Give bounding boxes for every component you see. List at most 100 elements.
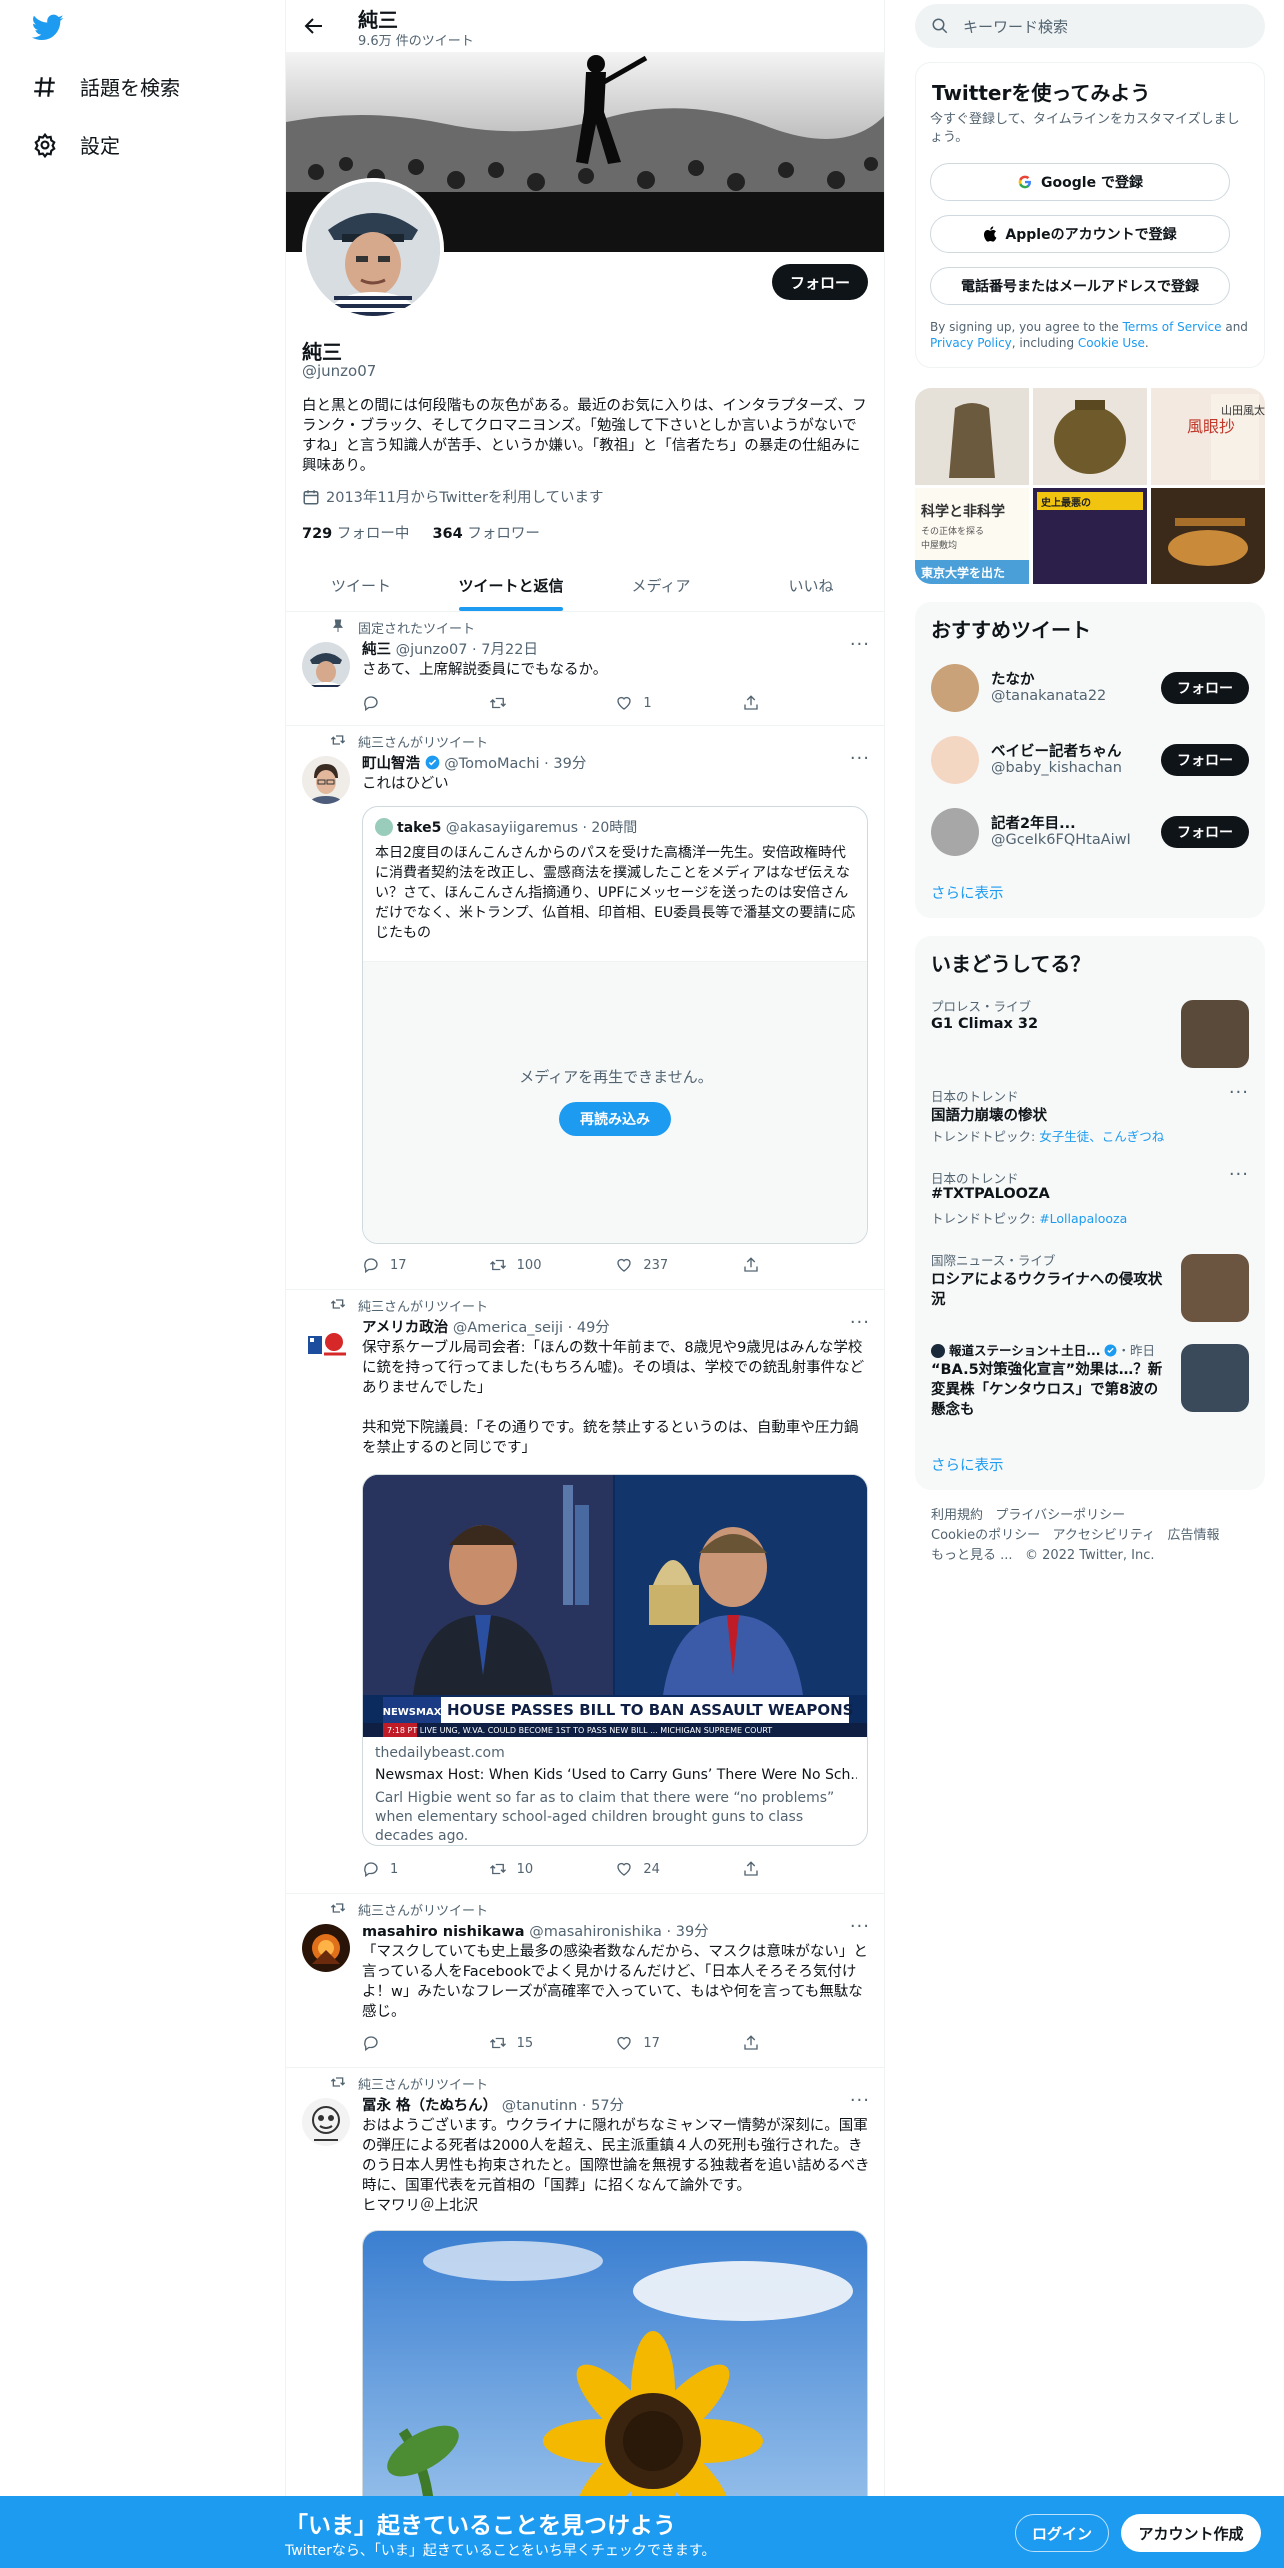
google-signup-button[interactable]: Google で登録 bbox=[930, 163, 1230, 201]
retweet-button[interactable]: 10 bbox=[489, 1860, 549, 1878]
recommended-user[interactable]: 記者2年目... @GceIk6FQHtaAiwI フォロー bbox=[915, 802, 1265, 870]
share-button[interactable] bbox=[742, 2034, 802, 2052]
more-icon[interactable]: ··· bbox=[850, 1916, 870, 1937]
nav-settings[interactable]: 設定 bbox=[32, 130, 120, 159]
like-button[interactable]: 17 bbox=[615, 2034, 675, 2052]
avatar[interactable] bbox=[302, 642, 350, 690]
footer-terms[interactable]: 利用規約 bbox=[931, 1508, 983, 1523]
author-name[interactable]: masahiro nishikawa bbox=[362, 1924, 525, 1940]
share-button[interactable] bbox=[742, 694, 802, 712]
twitter-logo-icon[interactable] bbox=[32, 14, 64, 42]
tab-tweets[interactable]: ツイート bbox=[286, 560, 436, 611]
like-count: 237 bbox=[643, 1257, 669, 1273]
tweet-time[interactable]: 57分 bbox=[591, 2098, 624, 2114]
followers-link[interactable]: 364 フォロワー bbox=[432, 526, 539, 542]
show-more-link[interactable]: さらに表示 bbox=[931, 1454, 1004, 1475]
nav-explore[interactable]: 話題を検索 bbox=[32, 72, 180, 101]
avatar[interactable] bbox=[302, 756, 350, 804]
tab-tweets-and-replies[interactable]: ツイートと返信 bbox=[436, 560, 586, 611]
footer-privacy[interactable]: プライバシーポリシー bbox=[995, 1508, 1125, 1523]
more-icon[interactable]: ··· bbox=[850, 748, 870, 769]
tweet-retweet[interactable]: 純三さんがリツイート 冨永 格（たぬちん） @tanutinn · 57分 ··… bbox=[286, 2068, 884, 2568]
apple-signup-button[interactable]: Appleのアカウントで登録 bbox=[930, 215, 1230, 253]
author-name[interactable]: 純三 bbox=[362, 642, 391, 658]
topic-links[interactable]: 女子生徒、こんぎつね bbox=[1039, 1129, 1164, 1144]
footer-more[interactable]: もっと見る ... bbox=[931, 1548, 1013, 1563]
share-button[interactable] bbox=[742, 1256, 802, 1274]
reply-button[interactable] bbox=[362, 694, 422, 712]
author-handle[interactable]: @America_seiji bbox=[453, 1320, 563, 1336]
footer-ads[interactable]: 広告情報 bbox=[1168, 1528, 1220, 1543]
recommended-user[interactable]: たなか @tanakanata22 フォロー bbox=[915, 658, 1265, 726]
phone-email-signup-button[interactable]: 電話番号またはメールアドレスで登録 bbox=[930, 267, 1230, 305]
trend-item[interactable]: 国際ニュース・ライブ ロシアによるウクライナへの侵攻状況 bbox=[915, 1246, 1265, 1330]
share-button[interactable] bbox=[742, 1860, 802, 1878]
like-button[interactable]: 237 bbox=[615, 1256, 675, 1274]
follow-button[interactable]: フォロー bbox=[1161, 744, 1249, 776]
follow-button[interactable]: フォロー bbox=[771, 264, 868, 300]
author-handle[interactable]: @TomoMachi bbox=[444, 756, 539, 772]
reply-button[interactable] bbox=[362, 2034, 422, 2052]
tab-likes[interactable]: いいね bbox=[736, 560, 884, 611]
footer-cookie[interactable]: Cookieのポリシー bbox=[931, 1528, 1040, 1543]
avatar[interactable] bbox=[302, 2098, 350, 2146]
tab-media[interactable]: メディア bbox=[586, 560, 736, 611]
terms-link[interactable]: Terms of Service bbox=[1123, 320, 1222, 334]
grid-text-2: 山田風太郎 bbox=[1221, 403, 1265, 417]
retweet-button[interactable]: 100 bbox=[489, 1256, 549, 1274]
cookie-link[interactable]: Cookie Use bbox=[1078, 336, 1145, 350]
back-arrow-icon[interactable] bbox=[302, 14, 326, 38]
author-handle[interactable]: @masahironishika bbox=[529, 1924, 662, 1940]
privacy-link[interactable]: Privacy Policy bbox=[930, 336, 1012, 350]
tweet-time[interactable]: 49分 bbox=[577, 1320, 610, 1336]
author-name[interactable]: 冨永 格（たぬちん） bbox=[362, 2098, 497, 2114]
show-more-link[interactable]: さらに表示 bbox=[931, 882, 1004, 903]
topic-links[interactable]: #Lollapalooza bbox=[1039, 1211, 1127, 1226]
retweet-button[interactable] bbox=[489, 694, 549, 712]
tweet-time[interactable]: 39分 bbox=[553, 756, 586, 772]
reply-button[interactable]: 1 bbox=[362, 1860, 422, 1878]
profile-avatar[interactable] bbox=[302, 178, 444, 320]
following-link[interactable]: 729 フォロー中 bbox=[302, 526, 409, 542]
retweet-button[interactable]: 15 bbox=[489, 2034, 549, 2052]
avatar[interactable] bbox=[302, 1320, 350, 1368]
tweet-pinned[interactable]: 固定されたツイート 純三 @junzo07 · 7月22日 ··· さあて、上席… bbox=[286, 612, 884, 726]
tweet-time[interactable]: 7月22日 bbox=[481, 642, 538, 658]
reload-button[interactable]: 再読み込み bbox=[559, 1102, 671, 1136]
signup-button[interactable]: アカウント作成 bbox=[1121, 2514, 1261, 2552]
tweet-retweet[interactable]: 純三さんがリツイート masahiro nishikawa @masahiron… bbox=[286, 1894, 884, 2068]
more-icon[interactable]: ··· bbox=[1229, 1082, 1249, 1103]
trend-item[interactable]: 日本のトレンド 国語力崩壊の惨状 トレンドトピック: 女子生徒、こんぎつね ··… bbox=[915, 1082, 1265, 1162]
login-button[interactable]: ログイン bbox=[1015, 2514, 1109, 2552]
tweet-time[interactable]: 39分 bbox=[676, 1924, 709, 1940]
search-box[interactable]: キーワード検索 bbox=[915, 4, 1265, 48]
tweet-retweet[interactable]: 純三さんがリツイート アメリカ政治 @America_seiji · 49分 ·… bbox=[286, 1290, 884, 1894]
more-icon[interactable]: ··· bbox=[850, 634, 870, 655]
author-name[interactable]: 町山智浩 bbox=[362, 756, 420, 772]
trend-item[interactable]: 日本のトレンド #TXTPALOOZA トレンドトピック: #Lollapalo… bbox=[915, 1164, 1265, 1244]
trend-item[interactable]: プロレス・ライブ G1 Climax 32 bbox=[915, 992, 1265, 1076]
media-grid[interactable]: 風眼抄 山田風太郎 科学と非科学 その正体を探る 中屋敷均 東京大学を出た 史上… bbox=[915, 388, 1265, 584]
follow-button[interactable]: フォロー bbox=[1161, 816, 1249, 848]
trend-item[interactable]: 報道ステーション＋土日... ・昨日 “BA.5対策強化宣言”効果は…？新変異株… bbox=[915, 1336, 1265, 1436]
recommended-user[interactable]: ベイビー記者ちゃん @baby_kishachan フォロー bbox=[915, 730, 1265, 798]
more-icon[interactable]: ··· bbox=[850, 1312, 870, 1333]
author-handle[interactable]: @tanutinn bbox=[502, 2098, 578, 2114]
more-icon[interactable]: ··· bbox=[1229, 1164, 1249, 1185]
search-input[interactable]: キーワード検索 bbox=[963, 16, 1068, 37]
author-handle[interactable]: @junzo07 bbox=[396, 642, 468, 658]
like-button[interactable]: 24 bbox=[615, 1860, 675, 1878]
tweet-retweet[interactable]: 純三さんがリツイート 町山智浩 @TomoMachi · 39分 ··· これは… bbox=[286, 726, 884, 1290]
more-icon[interactable]: ··· bbox=[850, 2090, 870, 2111]
context-text: 純三さんがリツイート bbox=[358, 1904, 489, 1919]
quoted-tweet[interactable]: take5 @akasayiigaremus · 20時間 本日2度目のほんこん… bbox=[362, 806, 868, 1244]
follow-button[interactable]: フォロー bbox=[1161, 672, 1249, 704]
like-button[interactable]: 1 bbox=[615, 694, 675, 712]
author-name[interactable]: アメリカ政治 bbox=[362, 1320, 448, 1336]
footer-accessibility[interactable]: アクセシビリティ bbox=[1053, 1528, 1156, 1543]
trend-title: 国語力崩壊の惨状 bbox=[931, 1108, 1047, 1124]
avatar[interactable] bbox=[302, 1924, 350, 1972]
card-brand: NEWSMAX bbox=[383, 1707, 442, 1718]
link-card[interactable]: NEWSMAX HOUSE PASSES BILL TO BAN ASSAULT… bbox=[362, 1474, 868, 1846]
reply-button[interactable]: 17 bbox=[362, 1256, 422, 1274]
